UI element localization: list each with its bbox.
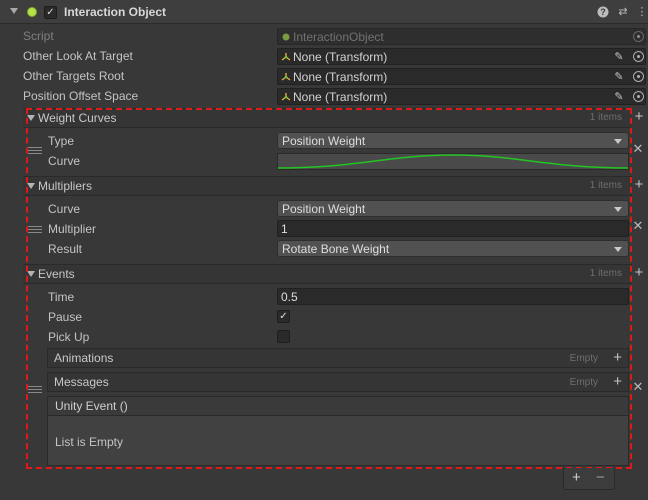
weight-curves-header[interactable]: Weight Curves 1 items xyxy=(23,108,632,128)
pencil-icon[interactable]: ✎ xyxy=(613,51,625,63)
add-event-button[interactable]: + xyxy=(632,265,646,280)
curve-field[interactable] xyxy=(277,153,629,170)
type-value: Position Weight xyxy=(282,134,366,148)
foldout-arrow-icon[interactable] xyxy=(27,183,35,189)
remove-item-button[interactable]: − xyxy=(596,470,605,486)
messages-label: Messages xyxy=(54,375,109,389)
multipliers-title: Multipliers xyxy=(38,179,93,193)
multipliers-header[interactable]: Multipliers 1 items xyxy=(23,176,632,196)
multiplier-label: Multiplier xyxy=(48,222,97,236)
time-input[interactable]: 0.5 xyxy=(277,288,629,305)
pause-checkbox[interactable]: ✓ xyxy=(277,310,290,323)
foldout-arrow-icon[interactable] xyxy=(27,115,35,121)
add-item-button[interactable]: + xyxy=(572,470,581,486)
position-offset-space-value: None (Transform) xyxy=(293,90,388,104)
pause-label: Pause xyxy=(48,310,83,324)
weight-curves-title: Weight Curves xyxy=(38,111,117,125)
pick-up-checkbox[interactable] xyxy=(277,330,290,343)
events-title: Events xyxy=(38,267,75,281)
script-label: Script xyxy=(23,29,54,43)
drag-handle-icon[interactable] xyxy=(28,147,42,154)
animations-empty: Empty xyxy=(569,353,598,364)
add-multiplier-button[interactable]: + xyxy=(632,177,646,192)
transform-icon xyxy=(281,53,291,61)
animations-list[interactable]: Animations Empty + xyxy=(47,348,629,368)
multipliers-count: 1 items xyxy=(589,180,622,191)
unity-event-header: Unity Event () xyxy=(47,396,629,416)
other-targets-root-label: Other Targets Root xyxy=(23,69,125,83)
type-dropdown[interactable]: Position Weight xyxy=(277,132,629,149)
result-value: Rotate Bone Weight xyxy=(282,242,390,256)
events-count: 1 items xyxy=(589,268,622,279)
script-file-icon xyxy=(282,33,290,41)
weight-curve-graph xyxy=(277,154,629,169)
add-message-button[interactable]: + xyxy=(613,374,622,389)
position-offset-space-label: Position Offset Space xyxy=(23,89,139,103)
list-footer: + − xyxy=(563,468,615,490)
more-icon[interactable]: ⋮ xyxy=(635,5,648,19)
messages-list[interactable]: Messages Empty + xyxy=(47,372,629,392)
time-value: 0.5 xyxy=(281,290,298,304)
pencil-icon[interactable]: ✎ xyxy=(613,91,625,103)
remove-event-button[interactable]: ✕ xyxy=(632,380,644,394)
foldout-arrow-icon[interactable] xyxy=(27,271,35,277)
time-label: Time xyxy=(48,290,75,304)
transform-icon xyxy=(281,93,291,101)
curve-label: Curve xyxy=(48,154,81,168)
chevron-down-icon xyxy=(614,139,622,144)
multiplier-value: 1 xyxy=(281,222,288,236)
events-header[interactable]: Events 1 items xyxy=(23,264,632,284)
other-look-at-target-value: None (Transform) xyxy=(293,50,388,64)
component-title: Interaction Object xyxy=(64,5,167,19)
messages-empty: Empty xyxy=(569,377,598,388)
multiplier-curve-value: Position Weight xyxy=(282,202,366,216)
result-label: Result xyxy=(48,242,83,256)
transform-icon xyxy=(281,73,291,81)
remove-multiplier-button[interactable]: ✕ xyxy=(632,219,644,233)
add-weight-curve-button[interactable]: + xyxy=(632,109,646,124)
object-picker-icon[interactable] xyxy=(633,91,644,102)
result-dropdown[interactable]: Rotate Bone Weight xyxy=(277,240,629,257)
chevron-down-icon xyxy=(614,247,622,252)
unity-event-empty-text: List is Empty xyxy=(55,435,124,449)
object-picker-icon[interactable] xyxy=(633,71,644,82)
unity-event-body: List is Empty xyxy=(47,416,629,466)
chevron-down-icon xyxy=(614,207,622,212)
script-value: InteractionObject xyxy=(293,30,384,44)
weight-curves-count: 1 items xyxy=(589,112,622,123)
object-picker-icon[interactable] xyxy=(633,51,644,62)
animations-label: Animations xyxy=(54,351,114,365)
other-targets-root-value: None (Transform) xyxy=(293,70,388,84)
multiplier-input[interactable]: 1 xyxy=(277,220,629,237)
other-targets-root-field[interactable]: None (Transform) ✎ xyxy=(277,68,646,85)
remove-weight-curve-button[interactable]: ✕ xyxy=(632,142,644,156)
svg-text:?: ? xyxy=(600,7,606,17)
help-icon[interactable]: ? xyxy=(596,5,610,19)
drag-handle-icon[interactable] xyxy=(28,226,42,233)
foldout-arrow-icon[interactable] xyxy=(10,8,18,14)
multiplier-curve-dropdown[interactable]: Position Weight xyxy=(277,200,629,217)
script-picker-icon xyxy=(633,31,644,42)
drag-handle-icon[interactable] xyxy=(28,386,42,393)
add-animation-button[interactable]: + xyxy=(613,350,622,365)
preset-icon[interactable]: ⇄ xyxy=(616,5,630,19)
type-label: Type xyxy=(48,134,75,148)
script-field: InteractionObject xyxy=(277,28,646,45)
pencil-icon[interactable]: ✎ xyxy=(613,71,625,83)
other-look-at-target-field[interactable]: None (Transform) ✎ xyxy=(277,48,646,65)
other-look-at-target-label: Other Look At Target xyxy=(23,49,133,63)
enabled-checkbox[interactable]: ✓ xyxy=(44,6,57,19)
unity-event-title: Unity Event () xyxy=(55,399,128,413)
multiplier-curve-label: Curve xyxy=(48,202,81,216)
script-icon xyxy=(27,7,37,17)
position-offset-space-field[interactable]: None (Transform) ✎ xyxy=(277,88,646,105)
pick-up-label: Pick Up xyxy=(48,330,90,344)
